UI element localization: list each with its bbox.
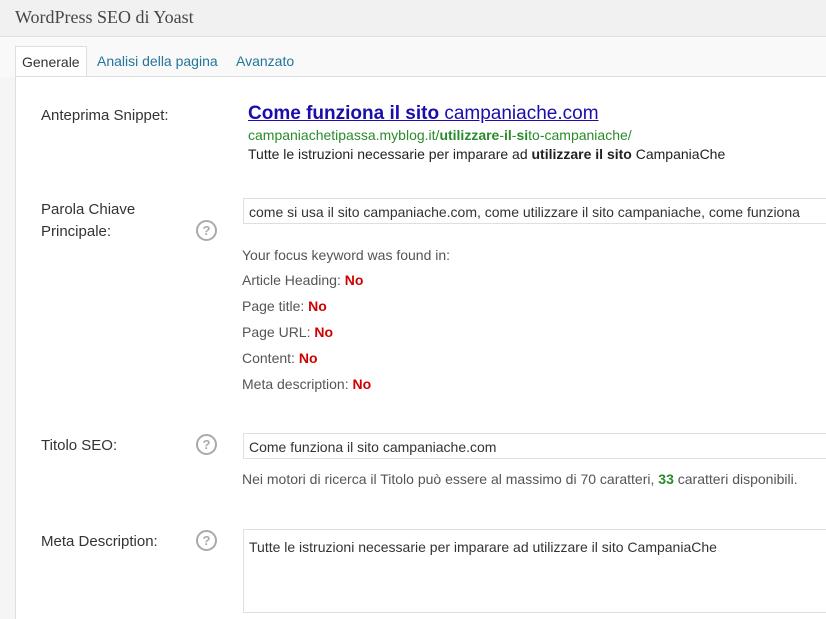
meta-description-label: Meta Description: (41, 533, 158, 550)
snippet-label: Anteprima Snippet: (41, 107, 169, 124)
snippet-desc-bold: utilizzare il sito (531, 146, 632, 162)
check-page-url: Page URL: No (242, 324, 333, 340)
focus-keyword-label-line2: Principale: (41, 223, 112, 240)
tab-bar: Generale Analisi della pagina Avanzato (0, 37, 826, 78)
focus-keyword-help-icon[interactable]: ? (196, 220, 217, 241)
focus-keyword-label-line1: Parola Chiave (41, 201, 136, 218)
snippet-url-domain: campaniachetipassa.myblog.it/ (248, 127, 440, 143)
check-label: Page title: (242, 298, 305, 314)
chars-available-count: 33 (658, 471, 674, 487)
check-result: No (314, 324, 334, 340)
check-content: Content: No (242, 350, 318, 366)
hint-post: caratteri disponibili. (673, 471, 798, 487)
focus-found-intro: Your focus keyword was found in: (242, 247, 451, 263)
snippet-title-rest: campaniache.com (439, 103, 599, 124)
check-result: No (298, 350, 318, 366)
tab-analisi-pagina[interactable]: Analisi della pagina (97, 46, 218, 76)
meta-description-textarea[interactable]: Tutte le istruzioni necessarie per impar… (243, 529, 826, 613)
check-result: No (352, 376, 372, 392)
check-label: Meta description: (242, 376, 349, 392)
snippet-title-link[interactable]: Come funziona il sito campaniache.com (248, 103, 599, 125)
check-result: No (344, 272, 364, 288)
hint-pre: Nei motori di ricerca il Titolo può esse… (242, 471, 659, 487)
check-page-title: Page title: No (242, 298, 327, 314)
seo-title-input[interactable]: Come funziona il sito campaniache.com (243, 433, 826, 459)
tab-generale[interactable]: Generale (15, 46, 87, 78)
seo-title-label: Titolo SEO: (41, 437, 118, 454)
metabox-header: WordPress SEO di Yoast (0, 0, 826, 37)
seo-title-hint: Nei motori di ricerca il Titolo può esse… (242, 471, 798, 487)
snippet-url-rest: to-campaniache/ (528, 127, 632, 143)
focus-keyword-input[interactable]: come si usa il sito campaniache.com, com… (243, 198, 826, 224)
snippet-url: campaniachetipassa.myblog.it/utilizzare-… (248, 127, 632, 143)
snippet-desc-rest: CampaniaChe (631, 146, 726, 162)
metabox-title: WordPress SEO di Yoast (15, 7, 194, 27)
snippet-description: Tutte le istruzioni necessarie per impar… (248, 146, 725, 162)
check-article-heading: Article Heading: No (242, 272, 363, 288)
snippet-title-bold: Come funziona il sito (248, 103, 440, 124)
check-label: Content: (242, 350, 295, 366)
snippet-url-kw1: utilizzare (439, 127, 500, 143)
snippet-desc-pre: Tutte le istruzioni necessarie per impar… (248, 146, 532, 162)
check-result: No (308, 298, 327, 314)
check-label: Page URL: (242, 324, 311, 340)
snippet-url-kw2: il (504, 127, 512, 143)
check-meta-description: Meta description: No (242, 376, 371, 392)
meta-description-help-icon[interactable]: ? (196, 530, 217, 551)
snippet-url-kw3: si (516, 127, 529, 143)
seo-title-help-icon[interactable]: ? (196, 434, 217, 455)
tab-avanzato[interactable]: Avanzato (236, 46, 294, 76)
check-label: Article Heading: (242, 272, 341, 288)
